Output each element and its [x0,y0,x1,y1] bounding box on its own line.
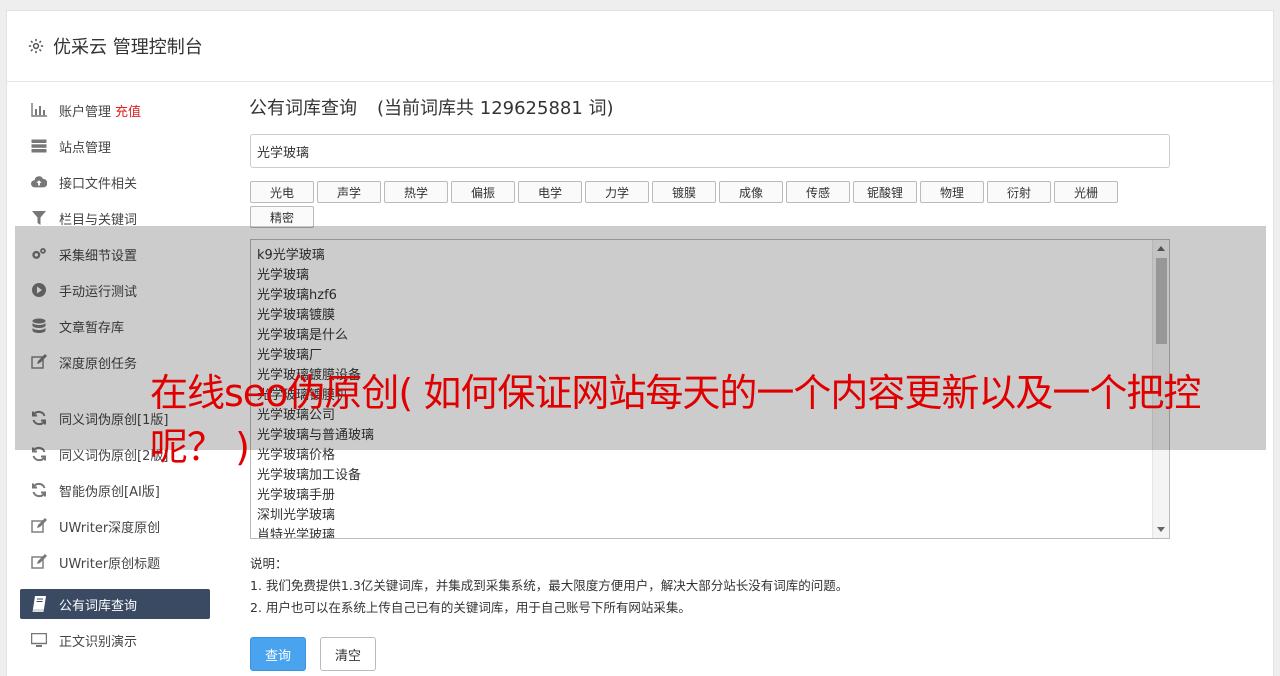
tag-button[interactable]: 光栅 [1054,181,1118,203]
tag-button[interactable]: 偏振 [451,181,515,203]
sidebar-item-uwriter-title[interactable]: UWriter原创标题 [20,544,210,580]
tag-button[interactable]: 衍射 [987,181,1051,203]
sidebar-item-label: 智能伪原创[AI版] [59,484,160,500]
sidebar-item-interface-files[interactable]: 接口文件相关 [20,164,210,200]
monitor-icon [31,632,47,648]
recharge-link[interactable]: 充值 [115,101,141,120]
sidebar-item-ai-rewrite[interactable]: 智能伪原创[AI版] [20,472,210,508]
notes-line-2: 2. 用户也可以在系统上传自己已有的关键词库，用于自己账号下所有网站采集。 [250,600,691,615]
action-buttons: 查询 清空 [250,637,1170,671]
bar-chart-icon [31,102,47,118]
list-item[interactable]: 肖特光学玻璃 [257,526,1163,538]
tag-button[interactable]: 热学 [384,181,448,203]
tag-button[interactable]: 物理 [920,181,984,203]
sidebar-item-label: UWriter原创标题 [59,556,161,572]
query-button[interactable]: 查询 [250,637,307,671]
sidebar-item-label: 接口文件相关 [59,176,138,192]
tag-button[interactable]: 精密 [250,206,314,228]
tag-button[interactable]: 电学 [518,181,582,203]
header: 优采云 管理控制台 [7,11,1273,82]
page-title-text: 公有词库查询 [249,98,357,119]
notes-line-1: 1. 我们免费提供1.3亿关键词库，并集成到采集系统，最大限度方便用户，解决大部… [250,578,849,593]
sidebar-item-uwriter-deep[interactable]: UWriter深度原创 [20,508,210,544]
refresh-icon [31,482,47,498]
sidebar-item-label: 正文识别演示 [59,634,138,650]
tag-button[interactable]: 力学 [585,181,649,203]
sidebar-item-label: 栏目与关键词 [59,212,138,228]
tag-button[interactable]: 传感 [786,181,850,203]
scroll-down-arrow-icon[interactable] [1157,527,1165,532]
sidebar-divider [20,580,210,586]
notes-heading: 说明： [250,556,288,571]
overlay-headline: 在线seo伪原创( 如何保证网站每天的一个内容更新以及一个把控呢？ ) [150,371,1201,469]
keyword-search-input[interactable] [250,134,1170,168]
tag-button[interactable]: 铌酸锂 [853,181,917,203]
sidebar-item-label: 公有词库查询 [59,598,138,614]
sidebar-item-public-lexicon[interactable]: 公有词库查询 [20,589,210,619]
sidebar-item-sites[interactable]: 站点管理 [20,128,210,164]
tag-button[interactable]: 声学 [317,181,381,203]
tag-button[interactable]: 成像 [719,181,783,203]
page-title: 公有词库查询 (当前词库共 129625881 词) [249,94,1169,120]
sidebar-item-label: 账户管理 [59,104,112,120]
filter-icon [31,210,47,226]
tag-filter-group: 光电 声学 热学 偏振 电学 力学 镀膜 成像 传感 铌酸锂 物理 衍射 光栅 … [250,181,1130,228]
clear-button[interactable]: 清空 [320,637,377,671]
sidebar-item-text-recognition-demo[interactable]: 正文识别演示 [20,622,210,658]
list-item[interactable]: 光学玻璃手册 [257,486,1163,506]
book-icon [31,596,47,612]
tag-button[interactable]: 镀膜 [652,181,716,203]
sidebar-item-label: 站点管理 [59,140,112,156]
list-item[interactable]: 深圳光学玻璃 [257,506,1163,526]
cloud-upload-icon [31,174,47,190]
server-icon [31,138,47,154]
gear-icon [28,38,44,54]
sidebar-item-account[interactable]: 账户管理 充值 [20,92,210,128]
lexicon-count: (当前词库共 129625881 词) [377,98,614,119]
app-title: 优采云 管理控制台 [53,37,203,58]
sidebar-item-label: UWriter深度原创 [59,520,161,536]
notes: 说明： 1. 我们免费提供1.3亿关键词库，并集成到采集系统，最大限度方便用户，… [250,553,1170,619]
edit-icon [31,518,47,534]
edit-icon [31,554,47,570]
tag-button[interactable]: 光电 [250,181,314,203]
